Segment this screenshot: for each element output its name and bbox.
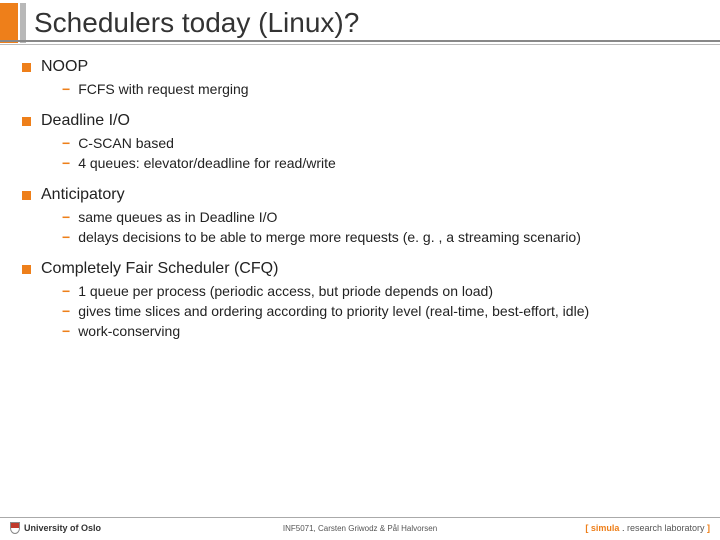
item-text: FCFS with request merging bbox=[78, 80, 248, 98]
section-head: Completely Fair Scheduler (CFQ) bbox=[22, 260, 698, 278]
footer-right: [ simula . research laboratory ] bbox=[585, 523, 710, 533]
list-item: − gives time slices and ordering accordi… bbox=[62, 302, 698, 320]
section-noop: NOOP − FCFS with request merging bbox=[22, 58, 698, 98]
section-head: Deadline I/O bbox=[22, 112, 698, 130]
footer-dot: . bbox=[619, 523, 627, 533]
title-accent-grey bbox=[20, 3, 26, 43]
title-accent-orange bbox=[0, 3, 18, 43]
section-title: Anticipatory bbox=[41, 186, 125, 204]
title-bar: Schedulers today (Linux)? bbox=[0, 0, 720, 46]
dash-bullet-icon: − bbox=[62, 80, 70, 98]
list-item: − 4 queues: elevator/deadline for read/w… bbox=[62, 154, 698, 172]
item-text: work-conserving bbox=[78, 322, 180, 340]
square-bullet-icon bbox=[22, 63, 31, 72]
footer-brand: simula bbox=[591, 523, 620, 533]
item-text: delays decisions to be able to merge mor… bbox=[78, 228, 581, 246]
item-text: gives time slices and ordering according… bbox=[78, 302, 589, 320]
sub-list: − C-SCAN based − 4 queues: elevator/dead… bbox=[22, 134, 698, 172]
section-cfq: Completely Fair Scheduler (CFQ) − 1 queu… bbox=[22, 260, 698, 340]
slide-title: Schedulers today (Linux)? bbox=[34, 7, 359, 39]
list-item: − same queues as in Deadline I/O bbox=[62, 208, 698, 226]
section-head: Anticipatory bbox=[22, 186, 698, 204]
section-head: NOOP bbox=[22, 58, 698, 76]
list-item: − 1 queue per process (periodic access, … bbox=[62, 282, 698, 300]
section-anticipatory: Anticipatory − same queues as in Deadlin… bbox=[22, 186, 698, 246]
list-item: − delays decisions to be able to merge m… bbox=[62, 228, 698, 246]
sub-list: − 1 queue per process (periodic access, … bbox=[22, 282, 698, 340]
sub-list: − FCFS with request merging bbox=[22, 80, 698, 98]
footer-lab: research laboratory bbox=[627, 523, 705, 533]
dash-bullet-icon: − bbox=[62, 302, 70, 320]
bracket-close: ] bbox=[705, 523, 711, 533]
dash-bullet-icon: − bbox=[62, 322, 70, 340]
sub-list: − same queues as in Deadline I/O − delay… bbox=[22, 208, 698, 246]
title-underline bbox=[0, 40, 720, 42]
footer-center-text: INF5071, Carsten Griwodz & Pål Halvorsen bbox=[283, 524, 437, 533]
dash-bullet-icon: − bbox=[62, 154, 70, 172]
item-text: 4 queues: elevator/deadline for read/wri… bbox=[78, 154, 336, 172]
dash-bullet-icon: − bbox=[62, 228, 70, 246]
list-item: − FCFS with request merging bbox=[62, 80, 698, 98]
footer-left-text: University of Oslo bbox=[24, 523, 101, 533]
dash-bullet-icon: − bbox=[62, 208, 70, 226]
dash-bullet-icon: − bbox=[62, 282, 70, 300]
item-text: 1 queue per process (periodic access, bu… bbox=[78, 282, 493, 300]
square-bullet-icon bbox=[22, 191, 31, 200]
university-shield-icon bbox=[10, 522, 20, 534]
slide-footer: University of Oslo INF5071, Carsten Griw… bbox=[0, 517, 720, 534]
item-text: same queues as in Deadline I/O bbox=[78, 208, 277, 226]
section-title: NOOP bbox=[41, 58, 88, 76]
item-text: C-SCAN based bbox=[78, 134, 174, 152]
square-bullet-icon bbox=[22, 117, 31, 126]
section-title: Completely Fair Scheduler (CFQ) bbox=[41, 260, 278, 278]
section-deadline: Deadline I/O − C-SCAN based − 4 queues: … bbox=[22, 112, 698, 172]
list-item: − work-conserving bbox=[62, 322, 698, 340]
footer-left: University of Oslo bbox=[10, 522, 101, 534]
square-bullet-icon bbox=[22, 265, 31, 274]
slide-content: NOOP − FCFS with request merging Deadlin… bbox=[0, 46, 720, 340]
section-title: Deadline I/O bbox=[41, 112, 130, 130]
dash-bullet-icon: − bbox=[62, 134, 70, 152]
title-underline-thin bbox=[0, 44, 720, 45]
list-item: − C-SCAN based bbox=[62, 134, 698, 152]
